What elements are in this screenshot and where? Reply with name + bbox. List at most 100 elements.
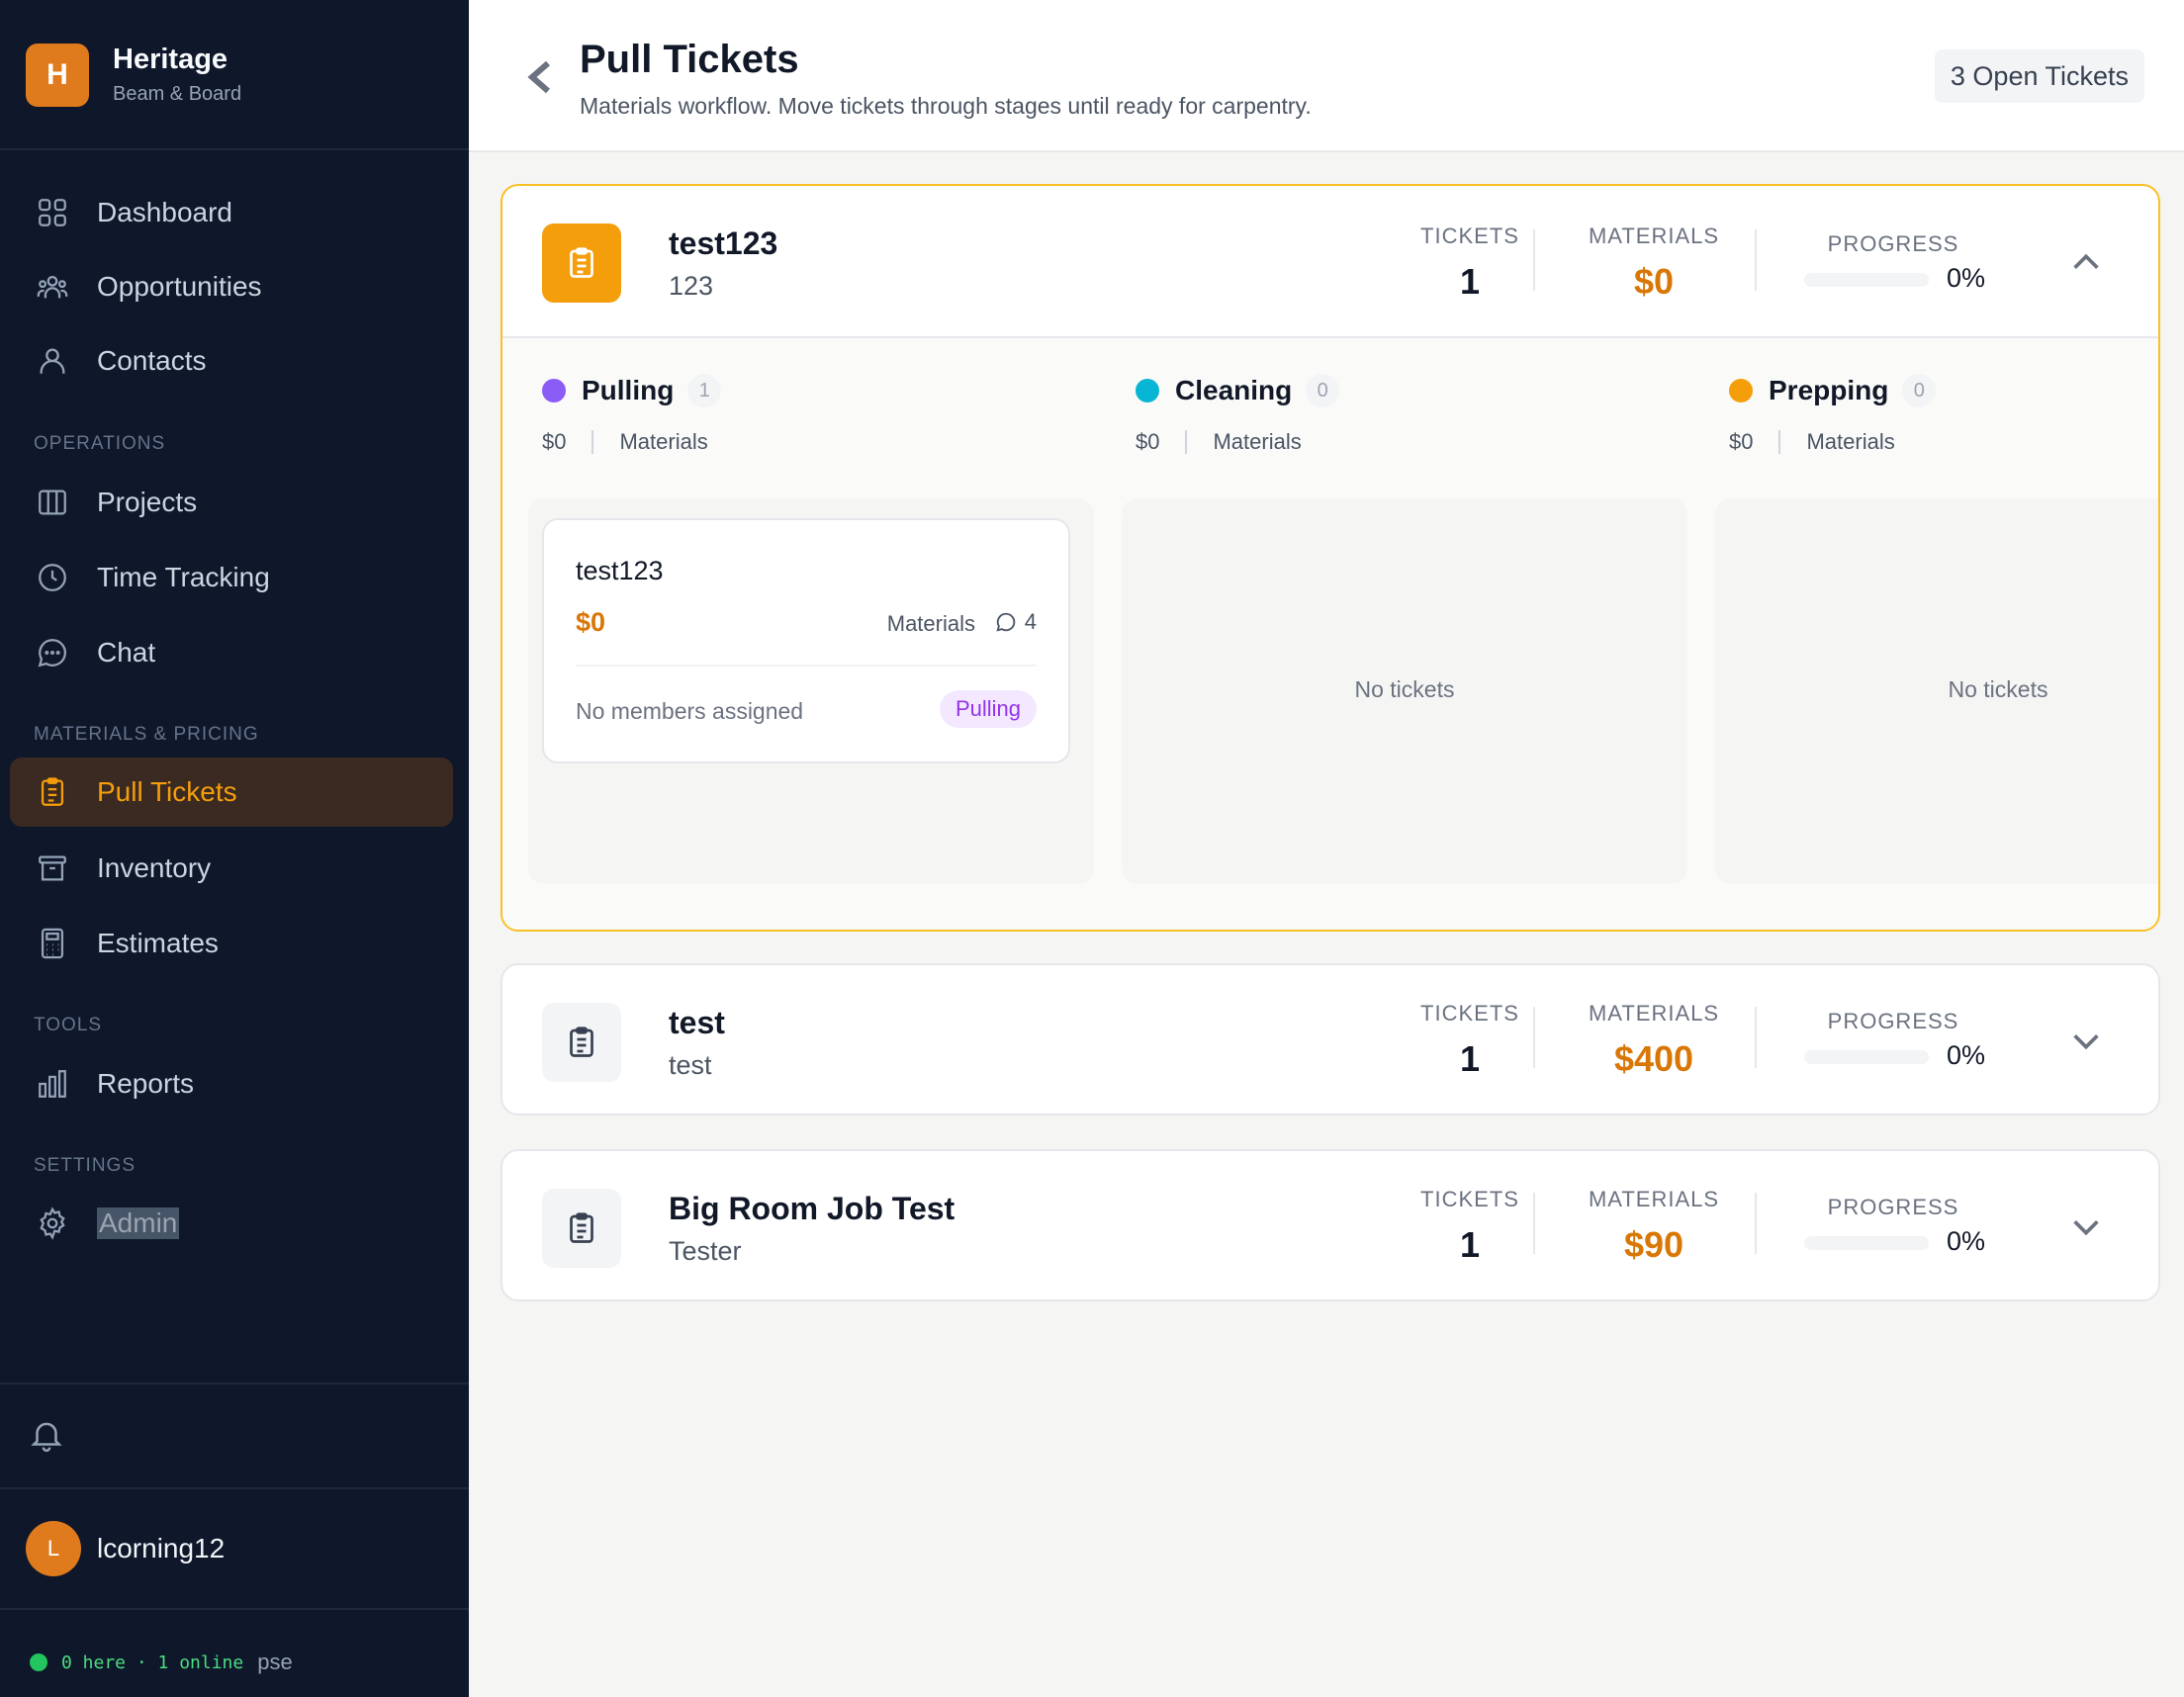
brand[interactable]: H Heritage Beam & Board bbox=[0, 0, 469, 150]
ticket-card[interactable]: test123 $0 Materials 4 No members assign… bbox=[542, 518, 1070, 763]
stage-summary: $0 Materials bbox=[542, 429, 708, 455]
bell-icon[interactable] bbox=[28, 1416, 65, 1454]
online-dot-icon bbox=[30, 1653, 47, 1671]
bar-chart-icon bbox=[36, 1067, 69, 1101]
sidebar-item-label: Chat bbox=[97, 637, 156, 668]
project-subtitle: 123 bbox=[669, 271, 714, 301]
brand-logo: H bbox=[26, 44, 89, 107]
comment-count: 4 bbox=[1024, 609, 1037, 634]
sidebar-item-estimates[interactable]: Estimates bbox=[10, 909, 453, 978]
stage-dot bbox=[542, 379, 566, 402]
sidebar-item-projects[interactable]: Projects bbox=[10, 468, 453, 537]
divider bbox=[576, 665, 1037, 667]
columns-icon bbox=[36, 486, 69, 519]
avatar[interactable]: L bbox=[26, 1521, 81, 1576]
sidebar-item-reports[interactable]: Reports bbox=[10, 1049, 453, 1118]
back-chevron-icon[interactable] bbox=[526, 59, 554, 95]
user-name[interactable]: lcorning12 bbox=[97, 1533, 225, 1564]
section-operations: OPERATIONS bbox=[34, 433, 166, 454]
materials-label: MATERIALS bbox=[1588, 1187, 1720, 1211]
sidebar-item-label: Estimates bbox=[97, 928, 219, 958]
sidebar-item-time-tracking[interactable]: Time Tracking bbox=[10, 543, 453, 612]
ticket-amount: $0 bbox=[576, 607, 606, 637]
materials-total: $400 bbox=[1613, 1038, 1694, 1079]
sidebar-item-opportunities[interactable]: Opportunities bbox=[10, 252, 453, 321]
sidebar-item-pull-tickets[interactable]: Pull Tickets bbox=[10, 758, 453, 827]
gear-icon bbox=[36, 1206, 69, 1240]
divider bbox=[0, 1383, 469, 1384]
chevron-down-icon[interactable] bbox=[2069, 1210, 2103, 1244]
divider bbox=[0, 1487, 469, 1489]
clipboard-icon bbox=[542, 1189, 621, 1268]
progress-percent: 0% bbox=[1947, 1226, 1986, 1256]
stage-amount: $0 bbox=[1136, 429, 1160, 454]
progress-percent: 0% bbox=[1947, 1040, 1986, 1070]
sidebar-item-admin[interactable]: Admin bbox=[10, 1189, 453, 1258]
sidebar-item-dashboard[interactable]: Dashboard bbox=[10, 178, 453, 247]
stage-count: 1 bbox=[687, 374, 722, 407]
progress-label: PROGRESS bbox=[1827, 1195, 1959, 1219]
archive-box-icon bbox=[36, 851, 69, 885]
empty-state: No tickets bbox=[1354, 676, 1455, 702]
chevron-up-icon[interactable] bbox=[2069, 245, 2103, 279]
sidebar-item-label: Time Tracking bbox=[97, 562, 270, 592]
stage-badge: Pulling bbox=[939, 690, 1037, 728]
sidebar-item-label: Opportunities bbox=[97, 271, 262, 302]
progress-percent: 0% bbox=[1947, 263, 1986, 293]
materials-total: $0 bbox=[1633, 261, 1675, 302]
divider bbox=[1533, 229, 1535, 291]
sidebar-item-label: Reports bbox=[97, 1068, 195, 1099]
section-materials: MATERIALS & PRICING bbox=[34, 724, 259, 745]
stage-amount: $0 bbox=[542, 429, 567, 454]
stage-materials-label: Materials bbox=[619, 429, 708, 454]
divider bbox=[1778, 430, 1781, 454]
sidebar-item-label: Inventory bbox=[97, 852, 212, 883]
progress-bar bbox=[1804, 273, 1929, 287]
users-group-icon bbox=[36, 270, 69, 304]
grid-icon bbox=[36, 196, 69, 229]
sidebar-item-inventory[interactable]: Inventory bbox=[10, 834, 453, 903]
stage-header-pulling: Pulling 1 bbox=[542, 374, 722, 407]
progress-bar bbox=[1804, 1236, 1929, 1250]
stage-name: Cleaning bbox=[1175, 375, 1293, 405]
project-card[interactable]: test test TICKETS 1 MATERIALS $400 PROGR… bbox=[500, 963, 2160, 1116]
stage-amount: $0 bbox=[1729, 429, 1754, 454]
brand-subtitle: Beam & Board bbox=[113, 83, 242, 105]
progress-label: PROGRESS bbox=[1827, 231, 1959, 256]
materials-label: MATERIALS bbox=[1588, 1001, 1720, 1026]
project-subtitle: test bbox=[669, 1050, 712, 1080]
ticket-name: test123 bbox=[576, 556, 664, 585]
tickets-count: 1 bbox=[1459, 1224, 1481, 1265]
stage-header-cleaning: Cleaning 0 bbox=[1136, 374, 1340, 407]
ticket-members: No members assigned bbox=[576, 698, 804, 724]
stage-dot bbox=[1136, 379, 1159, 402]
stage-board: Pulling 1 $0 Materials test123 $0 Materi… bbox=[502, 336, 2158, 930]
progress-label: PROGRESS bbox=[1827, 1009, 1959, 1033]
clock-icon bbox=[36, 561, 69, 594]
chat-bubble-icon bbox=[36, 636, 69, 670]
tickets-count: 1 bbox=[1459, 1038, 1481, 1079]
page-header: Pull Tickets Materials workflow. Move ti… bbox=[469, 0, 2184, 152]
stage-count: 0 bbox=[1306, 374, 1340, 407]
open-tickets-badge: 3 Open Tickets bbox=[1934, 49, 2144, 103]
tickets-count: 1 bbox=[1459, 261, 1481, 302]
stage-summary: $0 Materials bbox=[1729, 429, 1895, 455]
stage-name: Prepping bbox=[1769, 375, 1889, 405]
stage-count: 0 bbox=[1902, 374, 1937, 407]
ticket-materials-label: Materials bbox=[886, 611, 975, 636]
ticket-comments[interactable]: 4 bbox=[995, 609, 1037, 635]
project-name: test bbox=[669, 1005, 725, 1040]
stage-header-prepping: Prepping 0 bbox=[1729, 374, 1937, 407]
project-card[interactable]: Big Room Job Test Tester TICKETS 1 MATER… bbox=[500, 1149, 2160, 1301]
comment-icon bbox=[996, 612, 1015, 632]
sidebar-item-contacts[interactable]: Contacts bbox=[10, 326, 453, 396]
sidebar-item-chat[interactable]: Chat bbox=[10, 618, 453, 687]
section-tools: TOOLS bbox=[34, 1015, 103, 1035]
chevron-down-icon[interactable] bbox=[2069, 1025, 2103, 1058]
user-icon bbox=[36, 344, 69, 378]
sidebar: H Heritage Beam & Board Dashboard Opport… bbox=[0, 0, 469, 1697]
tickets-label: TICKETS bbox=[1420, 1187, 1519, 1211]
sidebar-item-label: Admin bbox=[97, 1207, 180, 1239]
calculator-icon bbox=[36, 927, 69, 960]
sidebar-item-label: Projects bbox=[97, 487, 198, 517]
